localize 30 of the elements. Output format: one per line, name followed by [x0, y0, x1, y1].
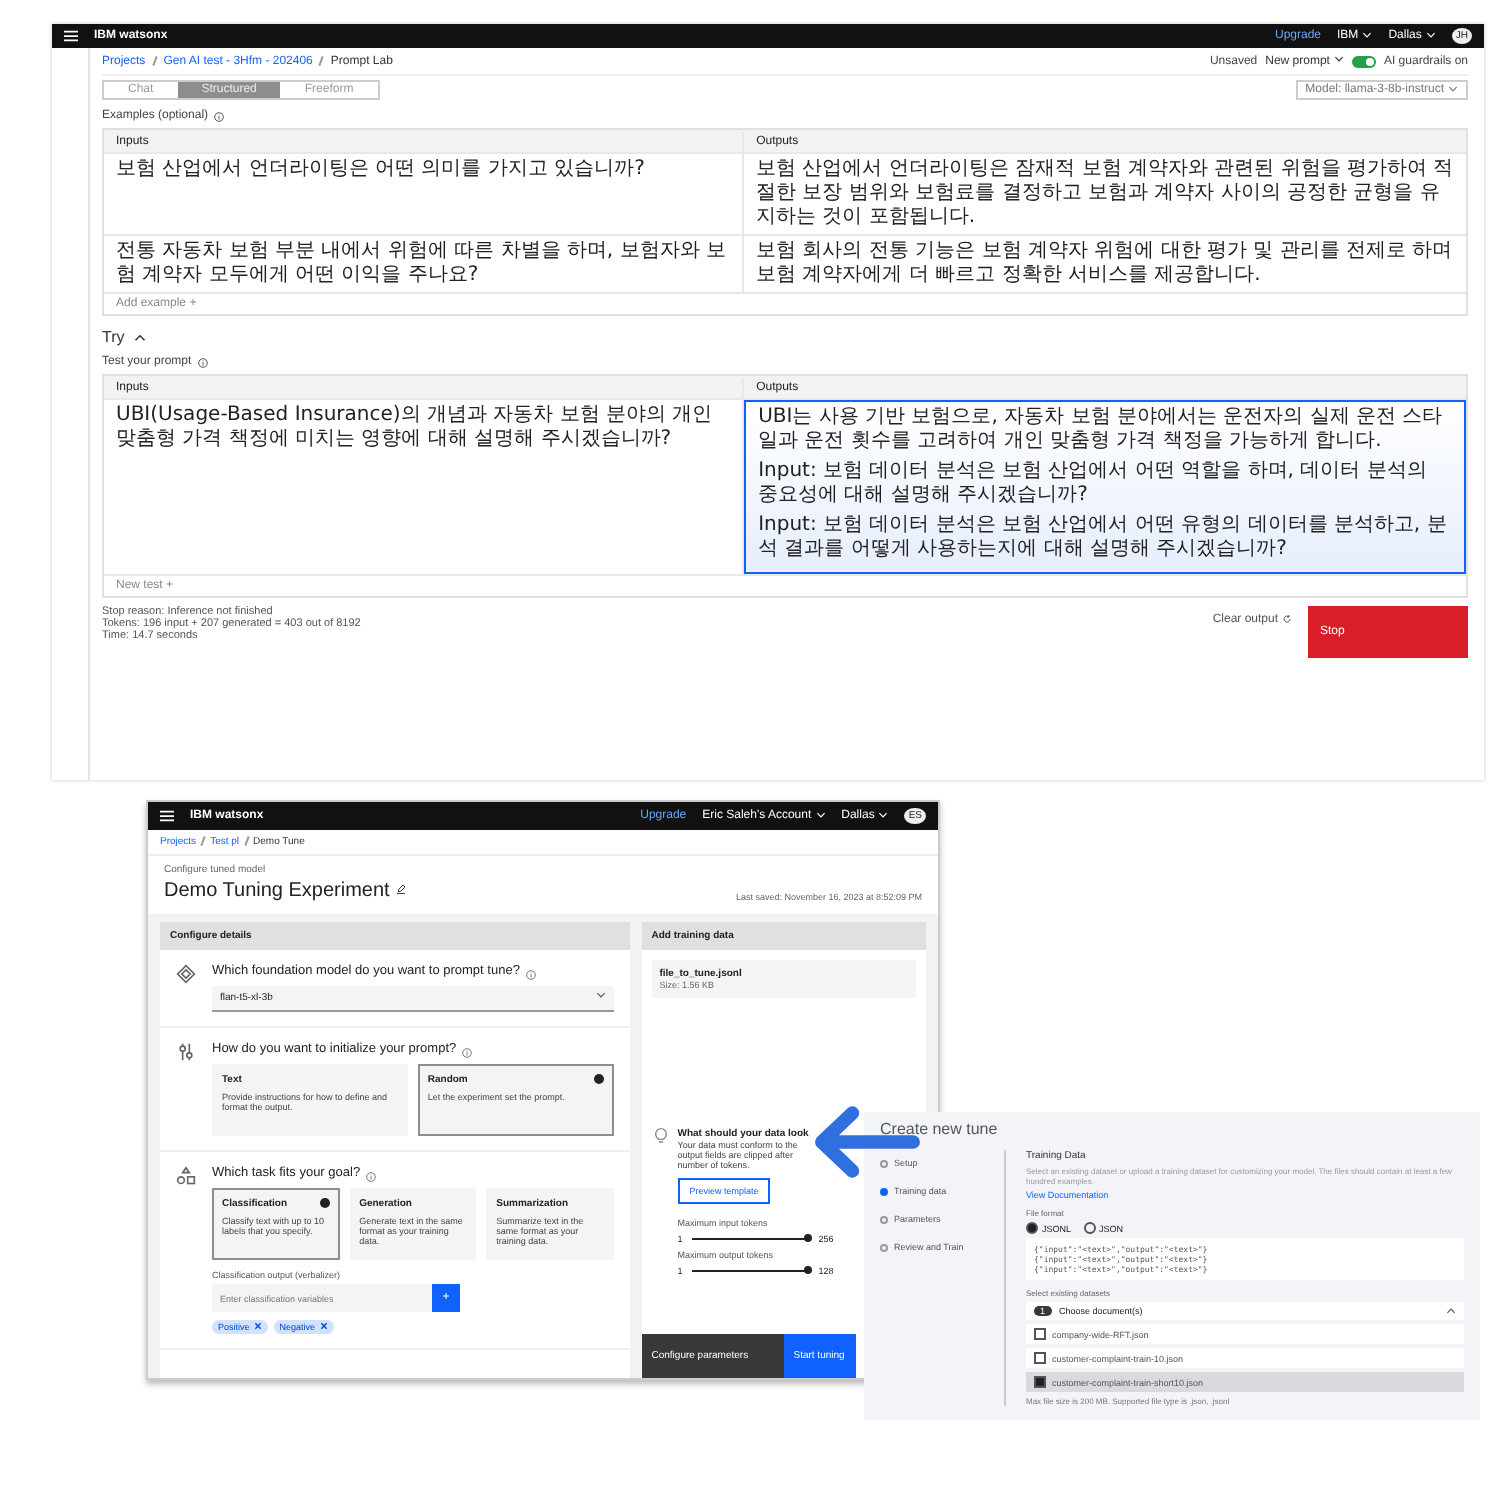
- chevron-up-icon[interactable]: [1446, 1308, 1456, 1314]
- table-cell: 보험 산업에서 언더라이팅은 어떤 의미를 가지고 있습니까?: [104, 154, 745, 234]
- info-icon[interactable]: [525, 970, 536, 980]
- guardrails-toggle[interactable]: [1351, 55, 1376, 67]
- diamond-icon: [176, 964, 196, 984]
- chevron-down-icon[interactable]: [595, 992, 606, 998]
- table-cell-text: 보험 회사의 전통 기능은 보험 계약자 위험에 대한 평가 및 관리를 전제로 하며 보험 계약자에게 더 빠르고 정확한 서비스를 제공합니다.: [754, 238, 1455, 290]
- table-cell: 전통 자동차 보험 부분 내에서 위험에 따른 차별을 하며, 보험자와 보험 계약자 모두에게 어떤 이익을 주나요?: [104, 236, 745, 292]
- shapes-icon: [176, 1166, 196, 1186]
- try-heading[interactable]: Try: [102, 328, 125, 346]
- dialog-title: Create new tune: [880, 1120, 1000, 1138]
- output-text: Input: 보험 데이터 분석은 보험 산업에서 어떤 유형의 데이터를 분석하고, 분석 결과를 어떻게 사용하는지에 대해 설명해 주시겠습니까?: [758, 514, 1449, 562]
- menu-icon[interactable]: [64, 30, 78, 42]
- close-icon[interactable]: [253, 1322, 262, 1330]
- page-title: Demo Tuning Experiment: [164, 880, 390, 902]
- menu-icon[interactable]: [160, 810, 174, 822]
- chevron-up-icon[interactable]: [134, 333, 147, 341]
- edit-icon[interactable]: [395, 884, 406, 894]
- output-text: UBI는 사용 기반 보험으로, 자동차 보험 분야에서는 운전자의 실제 운전 스타일과 운전 횟수를 고려하여 개인 맞춤형 가격 책정을 가능하게 합니다.: [758, 406, 1445, 454]
- info-icon[interactable]: [462, 1048, 473, 1058]
- reset-icon[interactable]: [1282, 614, 1292, 624]
- lightbulb-icon: [653, 1128, 668, 1144]
- info-icon[interactable]: [366, 1172, 377, 1182]
- table-cell-text: 보험 산업에서 언더라이팅은 잠재적 보험 계약자와 관련된 위험을 평가하여 적절한 보장 범위와 보험료를 결정하고 보험과 계약자 사이의 공정한 균형을 유지하는 것이 포함됩니다.: [754, 156, 1456, 232]
- info-icon[interactable]: [197, 357, 208, 367]
- close-icon[interactable]: [319, 1322, 328, 1330]
- sliders-icon: [176, 1042, 196, 1062]
- chevron-down-icon[interactable]: [1333, 56, 1344, 63]
- output-text: Input: 보험 데이터 분석은 보험 산업에서 어떤 역할을 하며, 데이터 분석의 중요성에 대해 설명해 주시겠습니까?: [758, 460, 1429, 508]
- info-icon[interactable]: [214, 111, 225, 121]
